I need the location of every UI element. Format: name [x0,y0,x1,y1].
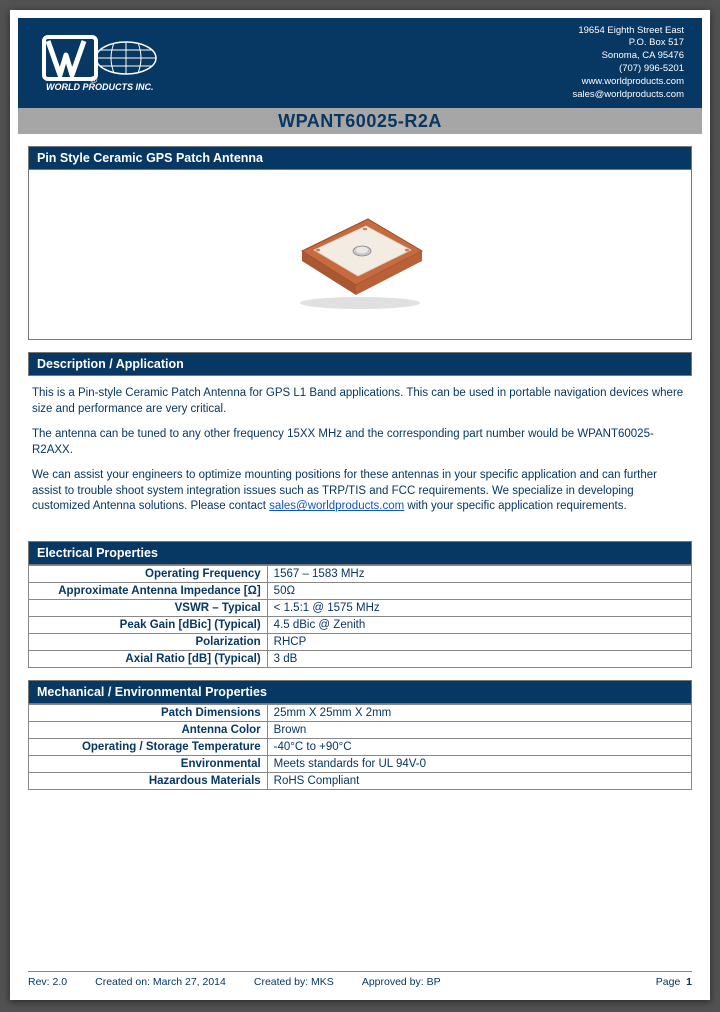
product-title-header: Pin Style Ceramic GPS Patch Antenna [28,146,692,170]
logo-icon: WORLD PRODUCTS INC. ® [36,33,166,93]
datasheet-page: WORLD PRODUCTS INC. ® 19654 Eighth Stree… [10,10,710,1000]
part-number-bar: WPANT60025-R2A [18,108,702,134]
description-paragraph: This is a Pin-style Ceramic Patch Antenn… [32,386,688,417]
company-logo-block: WORLD PRODUCTS INC. ® [36,33,166,93]
description-paragraph: We can assist your engineers to optimize… [32,468,688,515]
electrical-header: Electrical Properties [28,541,692,565]
footer-approved-by: Approved by: BP [362,976,441,988]
footer-rev: Rev: 2.0 [28,976,67,988]
property-value: -40°C to +90°C [267,738,691,755]
svg-text:®: ® [90,75,98,86]
property-value: RoHS Compliant [267,772,691,789]
table-row: Operating / Storage Temperature-40°C to … [29,738,692,755]
footer-created-on: Created on: March 27, 2014 [95,976,226,988]
table-row: PolarizationRHCP [29,633,692,650]
address-line: www.worldproducts.com [572,76,684,89]
property-label: Operating / Storage Temperature [29,738,268,755]
address-line: 19654 Eighth Street East [572,25,684,38]
description-text: with your specific application requireme… [404,500,626,512]
property-value: Brown [267,721,691,738]
property-label: Operating Frequency [29,565,268,582]
product-image-section: Pin Style Ceramic GPS Patch Antenna [28,146,692,340]
property-label: Antenna Color [29,721,268,738]
product-image-container [28,170,692,340]
table-row: Approximate Antenna Impedance [Ω]50Ω [29,582,692,599]
footer-page-label: Page [656,976,681,988]
table-row: Hazardous MaterialsRoHS Compliant [29,772,692,789]
table-row: Antenna ColorBrown [29,721,692,738]
svg-text:WORLD PRODUCTS INC.: WORLD PRODUCTS INC. [46,82,154,92]
property-label: VSWR – Typical [29,599,268,616]
property-value: Meets standards for UL 94V-0 [267,755,691,772]
property-value: 50Ω [267,582,691,599]
table-row: Axial Ratio [dB] (Typical)3 dB [29,650,692,667]
table-row: Peak Gain [dBic] (Typical)4.5 dBic @ Zen… [29,616,692,633]
sales-email-link[interactable]: sales@worldproducts.com [269,500,404,512]
property-label: Hazardous Materials [29,772,268,789]
address-line: P.O. Box 517 [572,37,684,50]
electrical-table: Operating Frequency1567 – 1583 MHzApprox… [28,565,692,668]
part-number: WPANT60025-R2A [18,108,702,134]
property-label: Peak Gain [dBic] (Typical) [29,616,268,633]
address-line: sales@worldproducts.com [572,89,684,102]
property-value: RHCP [267,633,691,650]
property-value: 25mm X 25mm X 2mm [267,704,691,721]
table-row: Patch Dimensions25mm X 25mm X 2mm [29,704,692,721]
property-value: 1567 – 1583 MHz [267,565,691,582]
description-section: Description / Application This is a Pin-… [28,352,692,529]
mechanical-header: Mechanical / Environmental Properties [28,680,692,704]
mechanical-table: Patch Dimensions25mm X 25mm X 2mmAntenna… [28,704,692,790]
antenna-image [260,185,460,325]
content-area: Pin Style Ceramic GPS Patch Antenna [10,134,710,971]
property-label: Environmental [29,755,268,772]
footer-created-by: Created by: MKS [254,976,334,988]
electrical-section: Electrical Properties Operating Frequenc… [28,541,692,668]
description-header: Description / Application [28,352,692,376]
table-row: VSWR – Typical< 1.5:1 @ 1575 MHz [29,599,692,616]
description-body: This is a Pin-style Ceramic Patch Antenn… [28,376,692,529]
header-bar: WORLD PRODUCTS INC. ® 19654 Eighth Stree… [18,18,702,108]
description-paragraph: The antenna can be tuned to any other fr… [32,427,688,458]
property-value: 4.5 dBic @ Zenith [267,616,691,633]
property-label: Polarization [29,633,268,650]
address-line: Sonoma, CA 95476 [572,50,684,63]
table-row: Operating Frequency1567 – 1583 MHz [29,565,692,582]
address-line: (707) 996-5201 [572,63,684,76]
property-label: Axial Ratio [dB] (Typical) [29,650,268,667]
property-label: Approximate Antenna Impedance [Ω] [29,582,268,599]
mechanical-section: Mechanical / Environmental Properties Pa… [28,680,692,790]
property-label: Patch Dimensions [29,704,268,721]
page-footer: Rev: 2.0 Created on: March 27, 2014 Crea… [28,971,692,988]
company-address: 19654 Eighth Street East P.O. Box 517 So… [572,25,684,102]
table-row: EnvironmentalMeets standards for UL 94V-… [29,755,692,772]
property-value: 3 dB [267,650,691,667]
property-value: < 1.5:1 @ 1575 MHz [267,599,691,616]
footer-page-number: 1 [686,976,692,988]
